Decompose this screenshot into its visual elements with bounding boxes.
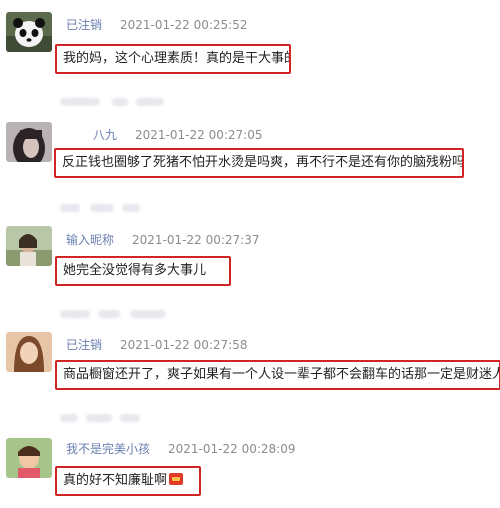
comment-text: 真的好不知廉耻啊	[55, 466, 201, 496]
comment-meta: 已注销 2021-01-22 00:25:52	[66, 16, 247, 33]
comment-text-content: 真的好不知廉耻啊	[63, 473, 168, 488]
timestamp: 2021-01-22 00:27:58	[120, 338, 248, 352]
comment-text: 我的妈，这个心理素质！真的是干大事的！	[55, 44, 291, 74]
outdoor-avatar[interactable]	[6, 226, 52, 266]
comment-item: 输入昵称 2021-01-22 00:27:37 她完全没觉得有多大事儿	[0, 220, 500, 300]
comment-item: 已注销 2021-01-22 00:25:52 我的妈，这个心理素质！真的是干大事…	[0, 0, 500, 90]
red-envelope-emoji	[169, 473, 184, 485]
child-avatar[interactable]	[6, 438, 52, 478]
timestamp: 2021-01-22 00:28:09	[168, 442, 296, 456]
blurred-row	[0, 98, 500, 108]
blurred-row	[0, 204, 500, 214]
portrait-avatar[interactable]	[6, 332, 52, 372]
comment-text: 反正钱也圈够了死猪不怕开水烫是吗爽，再不行不是还有你的脑残粉吗	[54, 148, 464, 178]
timestamp: 2021-01-22 00:25:52	[120, 18, 248, 32]
username[interactable]: 八九	[93, 128, 117, 142]
comment-item: 已注销 2021-01-22 00:27:58 商品橱窗还开了，爽子如果有一个人设…	[0, 326, 500, 406]
timestamp: 2021-01-22 00:27:05	[135, 128, 263, 142]
comment-item: 我不是完美小孩 2021-01-22 00:28:09 真的好不知廉耻啊	[0, 432, 500, 508]
comment-meta: 我不是完美小孩 2021-01-22 00:28:09	[66, 440, 295, 457]
comment-item: 八九 2021-01-22 00:27:05 反正钱也圈够了死猪不怕开水烫是吗爽，…	[0, 112, 500, 202]
username[interactable]: 我不是完美小孩	[66, 442, 150, 456]
username[interactable]: 已注销	[66, 338, 102, 352]
blurred-row	[0, 310, 500, 320]
comment-meta: 已注销 2021-01-22 00:27:58	[66, 336, 247, 353]
comment-meta: 输入昵称 2021-01-22 00:27:37	[66, 231, 259, 248]
dark-hair-avatar[interactable]	[6, 122, 52, 162]
comment-text: 商品橱窗还开了，爽子如果有一个人设一辈子都不会翻车的话那一定是财迷人设	[55, 360, 500, 390]
comment-text: 她完全没觉得有多大事儿	[55, 256, 231, 286]
blurred-row	[0, 414, 500, 424]
username[interactable]: 已注销	[66, 18, 102, 32]
timestamp: 2021-01-22 00:27:37	[132, 233, 260, 247]
panda-avatar[interactable]	[6, 12, 52, 52]
username[interactable]: 输入昵称	[66, 233, 114, 247]
comment-meta: 八九 2021-01-22 00:27:05	[93, 126, 262, 143]
